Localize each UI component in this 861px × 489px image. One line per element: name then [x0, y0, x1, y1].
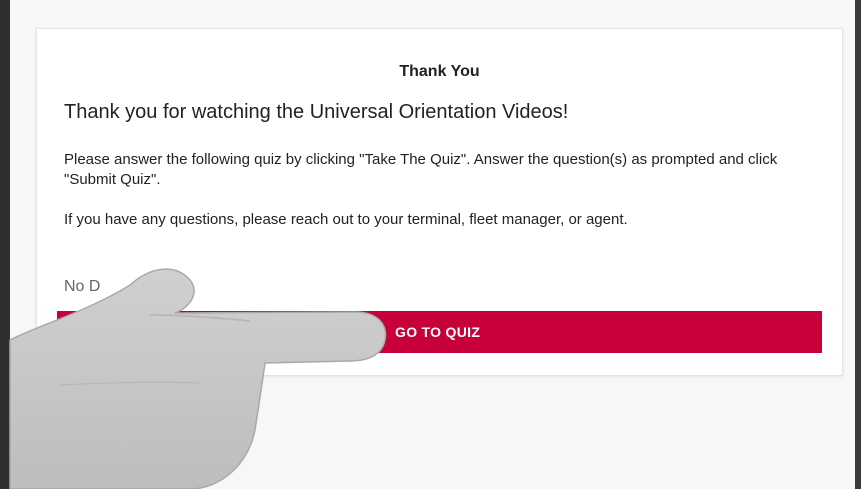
screen: Thank You Thank you for watching the Uni… [0, 0, 861, 489]
thank-you-headline: Thank you for watching the Universal Ori… [64, 101, 569, 123]
go-to-quiz-button[interactable]: GO TO QUIZ [57, 311, 822, 353]
quiz-instructions: Please answer the following quiz by clic… [64, 151, 778, 188]
go-to-quiz-button-label: GO TO QUIZ [395, 324, 481, 340]
contact-info: If you have any questions, please reach … [64, 211, 628, 228]
device-bezel-left [0, 0, 10, 489]
checkbox-label[interactable]: No D [64, 278, 100, 296]
card-title: Thank You [399, 63, 480, 80]
thank-you-card: Thank You Thank you for watching the Uni… [36, 28, 843, 376]
device-bezel-right [855, 0, 861, 489]
